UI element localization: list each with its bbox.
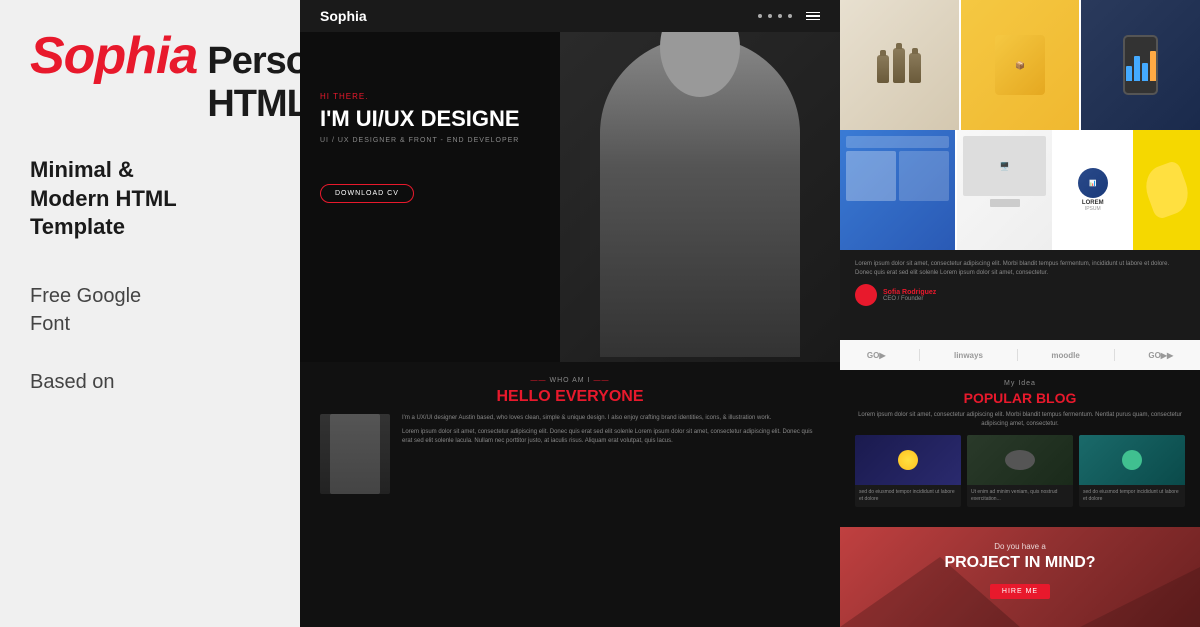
- right-panel: Sophia HI THERE. I'M UI/UX DESIGNE: [300, 0, 1200, 627]
- screenshot-lorem-logo: 📊 LOREM IPSUM: [1054, 130, 1131, 250]
- hero-woman-image: [560, 32, 840, 362]
- bar-4: [1150, 51, 1156, 81]
- blog-post-1: sed do eiusmod tempor incididunt ut labo…: [855, 435, 961, 507]
- blog-intro: Lorem ipsum dolor sit amet, consectetur …: [855, 411, 1185, 429]
- screens-strip: 🖥️ 📊 LOREM IPSUM: [840, 130, 1200, 250]
- nav-dot-1: [758, 14, 762, 18]
- hero-title: I'M UI/UX DESIGNE: [320, 107, 520, 131]
- blog-post-3-image: [1079, 435, 1185, 485]
- right-screenshots-column: 📦: [840, 0, 1200, 627]
- mockup-about-section: Who am I HELLO EVERYONE I'm a UX/UI desi…: [300, 362, 840, 509]
- screenshot-desktop: [840, 130, 955, 250]
- hamburger-line-1: [806, 12, 820, 14]
- hero-hi-there: HI THERE.: [320, 92, 520, 101]
- screenshot-lemon: [1133, 130, 1200, 250]
- partner-go2: GO▶▶: [1148, 351, 1173, 360]
- hero-text: HI THERE. I'M UI/UX DESIGNE UI / UX DESI…: [320, 92, 520, 203]
- screenshots-grid: 📦: [840, 0, 1200, 130]
- bottles-group: [877, 48, 921, 83]
- tagline: Minimal & Modern HTML Template: [30, 156, 270, 242]
- cta-section: Do you have a PROJECT IN MIND? HIRE ME: [840, 527, 1200, 627]
- partner-divider-3: [1114, 349, 1115, 361]
- lemon-shape: [1139, 160, 1194, 221]
- mockup-hero: HI THERE. I'M UI/UX DESIGNE UI / UX DESI…: [300, 32, 840, 362]
- bar-1: [1126, 66, 1132, 81]
- testimonial-text: Lorem ipsum dolor sit amet, consectetur …: [855, 260, 1185, 278]
- blog-title: POPULAR BLOG: [855, 390, 1185, 406]
- download-cv-button[interactable]: DOWNLOAD CV: [320, 184, 414, 203]
- about-title: HELLO EVERYONE: [320, 388, 820, 406]
- nav-dot-4: [788, 14, 792, 18]
- hire-me-button[interactable]: HIRE ME: [990, 584, 1050, 599]
- mockup-logo: Sophia: [320, 8, 367, 24]
- cta-question: Do you have a: [855, 542, 1185, 551]
- lorem-logo-circle: 📊: [1078, 168, 1108, 198]
- cta-content: Do you have a PROJECT IN MIND? HIRE ME: [840, 527, 1200, 614]
- testimonial-author: Sofia Rodriguez CEO / Founder: [855, 284, 1185, 306]
- blog-section: My Idea POPULAR BLOG Lorem ipsum dolor s…: [840, 370, 1200, 527]
- bar-3: [1142, 63, 1148, 81]
- nav-dot-2: [768, 14, 772, 18]
- left-panel: Sophia Personal HTML Minimal & Modern HT…: [0, 0, 300, 627]
- bulb-icon: [898, 450, 918, 470]
- brand-name-red: Sophia: [30, 30, 197, 82]
- about-paragraph-2: Lorem ipsum dolor sit amet, consectetur …: [402, 428, 820, 446]
- mockup-nav-icons: [758, 12, 820, 21]
- bottle-3: [909, 53, 921, 83]
- tropical-icon: [1122, 450, 1142, 470]
- hamburger-line-3: [806, 19, 820, 21]
- partner-linways: linways: [954, 351, 983, 360]
- blog-post-2: Ut enim ad minim veniam, quis nostrud ex…: [967, 435, 1073, 507]
- screenshot-phone: [1081, 0, 1200, 130]
- logo-area: Sophia Personal HTML: [30, 30, 270, 126]
- blog-post-1-image: [855, 435, 961, 485]
- bottle-2: [893, 48, 905, 83]
- blog-post-3-text: sed do eiusmod tempor incididunt ut labo…: [1083, 489, 1181, 503]
- about-text-block: I'm a UX/UI designer Austin based, who l…: [402, 414, 820, 494]
- author-avatar: [855, 284, 877, 306]
- nav-dot-3: [778, 14, 782, 18]
- partner-moodle: moodle: [1051, 351, 1079, 360]
- screenshot-product: 📦: [961, 0, 1080, 130]
- blog-post-1-content: sed do eiusmod tempor incididunt ut labo…: [855, 485, 961, 507]
- hamburger-icon[interactable]: [806, 12, 820, 21]
- bottle-1: [877, 55, 889, 83]
- author-role: CEO / Founder: [883, 296, 936, 302]
- portrait-figure: [330, 414, 380, 494]
- about-content: I'm a UX/UI designer Austin based, who l…: [320, 414, 820, 494]
- about-paragraph-1: I'm a UX/UI designer Austin based, who l…: [402, 414, 820, 423]
- author-name: Sofia Rodriguez: [883, 289, 936, 296]
- mockup-header: Sophia: [300, 0, 840, 32]
- main-mockup: Sophia HI THERE. I'M UI/UX DESIGNE: [300, 0, 840, 627]
- blog-post-3-content: sed do eiusmod tempor incididunt ut labo…: [1079, 485, 1185, 507]
- phone-bar-chart: [1122, 45, 1160, 85]
- screenshot-monitor: 🖥️: [957, 130, 1053, 250]
- blog-post-3: sed do eiusmod tempor incididunt ut labo…: [1079, 435, 1185, 507]
- blog-post-2-text: Ut enim ad minim veniam, quis nostrud ex…: [971, 489, 1069, 503]
- phone-mockup: [1123, 35, 1158, 95]
- blog-post-1-text: sed do eiusmod tempor incididunt ut labo…: [859, 489, 957, 503]
- blog-my-idea-label: My Idea: [855, 380, 1185, 387]
- partners-bar: GO▶ linways moodle GO▶▶: [840, 340, 1200, 370]
- partner-divider-1: [919, 349, 920, 361]
- blog-posts: sed do eiusmod tempor incididunt ut labo…: [855, 435, 1185, 507]
- feature-based-on: Based on: [30, 368, 270, 396]
- hero-subtitle: UI / UX DESIGNER & FRONT - END DEVELOPER: [320, 137, 520, 144]
- about-who-label: Who am I: [320, 377, 820, 384]
- woman-silhouette: [600, 37, 800, 357]
- people-icon: [1005, 450, 1035, 470]
- testimonial-section: Lorem ipsum dolor sit amet, consectetur …: [840, 250, 1200, 340]
- hamburger-line-2: [806, 15, 820, 17]
- feature-google-font: Free GoogleFont: [30, 282, 270, 338]
- author-info: Sofia Rodriguez CEO / Founder: [883, 289, 936, 302]
- about-portrait: [320, 414, 390, 494]
- blog-post-2-content: Ut enim ad minim veniam, quis nostrud ex…: [967, 485, 1073, 507]
- blog-post-2-image: [967, 435, 1073, 485]
- partner-divider-2: [1017, 349, 1018, 361]
- screenshot-bottles: [840, 0, 959, 130]
- bar-2: [1134, 56, 1140, 81]
- cta-title: PROJECT IN MIND?: [855, 554, 1185, 572]
- partner-go: GO▶: [867, 351, 886, 360]
- product-box: 📦: [995, 35, 1045, 95]
